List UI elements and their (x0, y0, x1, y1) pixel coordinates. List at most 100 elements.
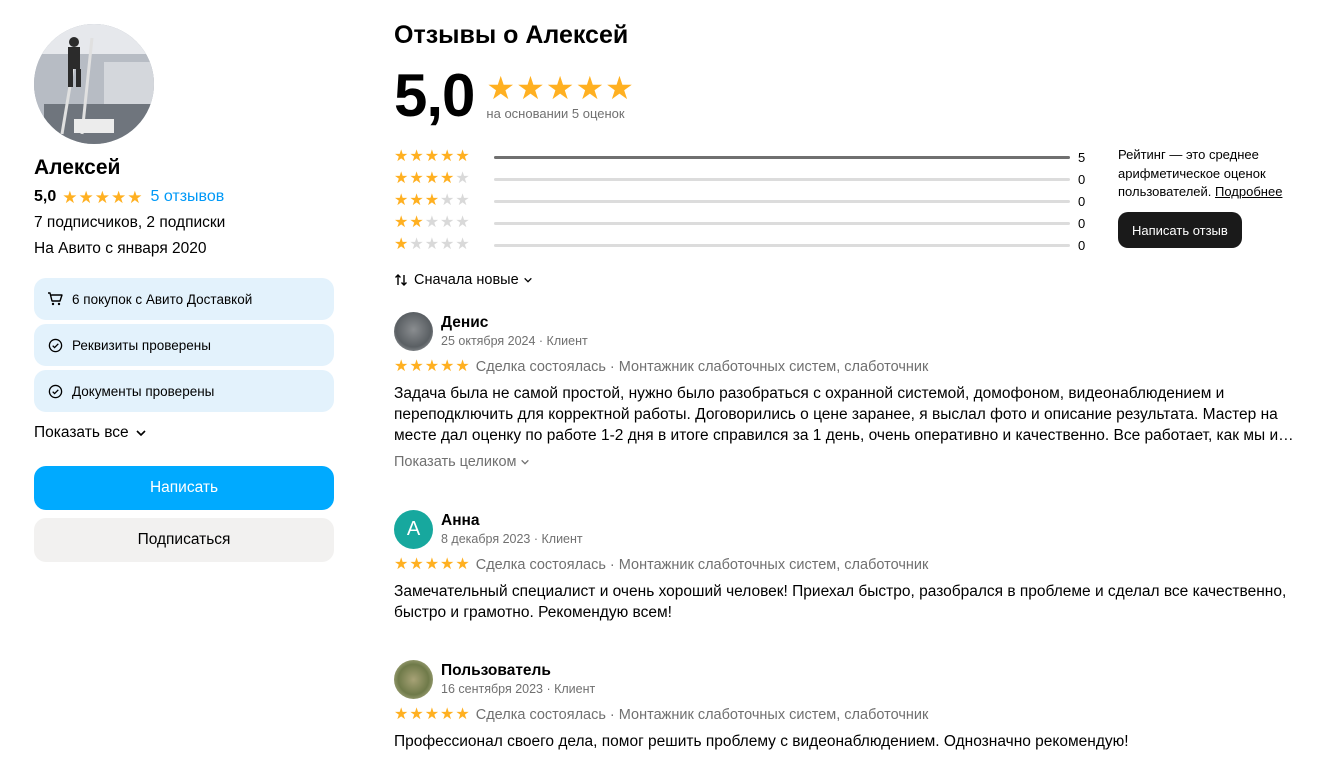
row-stars: ★ ★ ★ ★ ★ (394, 214, 470, 231)
review-deal: Сделка состоялась · Монтажник слаботочны… (475, 557, 929, 573)
review-meta: 25 октября 2024 · Клиент (441, 334, 588, 348)
more-info-link[interactable]: Подробнее (1215, 184, 1282, 199)
star-icon: ★ (516, 69, 545, 106)
chevron-down-icon (523, 277, 532, 283)
star-icon: ★ (605, 69, 634, 106)
reviewer-name: Денис (441, 314, 489, 331)
average-stars: ★ ★ ★ ★ ★ (486, 72, 633, 104)
review-meta: 16 сентября 2023 · Клиент (441, 682, 596, 696)
reviewer-avatar[interactable]: А (394, 510, 433, 549)
review-meta: 8 декабря 2023 · Клиент (441, 532, 583, 546)
badge-label: Реквизиты проверены (72, 337, 211, 353)
badge-label: 6 покупок с Авито Доставкой (72, 291, 253, 307)
reviewer-name: Анна (441, 512, 480, 529)
star-icon: ★ (127, 187, 143, 207)
write-review-button[interactable]: Написать отзыв (1118, 212, 1242, 248)
show-all-label: Показать все (34, 424, 129, 441)
distribution-count: 5 (1078, 149, 1086, 165)
seller-rating: 5,0 ★ ★ ★ ★ ★ 5 отзывов (34, 186, 334, 208)
distribution-count: 0 (1078, 237, 1086, 253)
star-icon: ★ (78, 187, 94, 207)
reviewer-info: Денис 25 октября 2024 · Клиент (441, 313, 588, 350)
sort-label: Сначала новые (414, 272, 519, 288)
distribution-bar-fill (494, 155, 1070, 159)
distribution-row-1: ★ ★ ★ ★ ★ 0 (394, 234, 1094, 256)
distribution-count: 0 (1078, 171, 1086, 187)
reviewer-avatar[interactable] (394, 312, 433, 351)
write-message-button[interactable]: Написать (34, 466, 334, 510)
followers-info: 7 подписчиков, 2 подписки (34, 214, 226, 231)
seller-rating-stars: ★ ★ ★ ★ ★ (62, 189, 142, 206)
reviews-section: Отзывы о Алексей 5,0 ★ ★ ★ ★ ★ на основании … (394, 18, 1304, 750)
reviewer-avatar[interactable] (394, 660, 433, 699)
review-header: Денис 25 октября 2024 · Клиент (394, 312, 1294, 351)
sort-icon (395, 274, 407, 286)
star-icon: ★ (575, 69, 605, 106)
review-rating-line: ★ ★ ★ ★ ★ Сделка состоялась · Монтажник слаб… (394, 358, 1294, 376)
star-icon: ★ (486, 69, 516, 106)
review-deal: Сделка состоялась · Монтажник слаботочны… (475, 359, 929, 375)
distribution-row-5: ★ ★ ★ ★ ★ 5 (394, 146, 1094, 168)
badge-documents: Документы проверены (34, 370, 334, 412)
chevron-down-icon (136, 430, 146, 437)
rating-summary: 5,0 ★ ★ ★ ★ ★ на основании 5 оценок (394, 64, 1304, 128)
distribution-row-4: ★ ★ ★ ★ ★ 0 (394, 168, 1094, 190)
star-icon: ★ (62, 187, 78, 207)
review-item: Пользователь 16 сентября 2023 · Клиент ★… (394, 660, 1294, 752)
review-header: Пользователь 16 сентября 2023 · Клиент (394, 660, 1294, 699)
average-rating: 5,0 (394, 62, 475, 129)
review-item: А Анна 8 декабря 2023 · Клиент ★ ★ ★ ★ ★ Сде… (394, 510, 1294, 623)
review-stars: ★ ★ ★ ★ ★ (394, 706, 470, 723)
badge-delivery: 6 покупок с Авито Доставкой (34, 278, 334, 320)
star-icon: ★ (111, 187, 127, 207)
star-icon: ★ (545, 69, 575, 106)
show-full-label: Показать целиком (394, 454, 517, 470)
badge-requisites: Реквизиты проверены (34, 324, 334, 366)
seller-avatar[interactable] (34, 24, 154, 144)
seller-rating-value: 5,0 (34, 188, 57, 205)
review-text: Замечательный специалист и очень хороший… (394, 583, 1287, 621)
row-stars: ★ ★ ★ ★ ★ (394, 192, 470, 209)
check-circle-icon (46, 336, 64, 354)
summary-details: ★ ★ ★ ★ ★ на основании 5 оценок (486, 72, 633, 121)
reviewer-name: Пользователь (441, 662, 551, 679)
review-deal: Сделка состоялась · Монтажник слаботочны… (475, 707, 929, 723)
star-icon: ★ (94, 187, 110, 207)
distribution-bar (494, 221, 1070, 225)
reviews-count-link[interactable]: 5 отзывов (151, 186, 225, 208)
show-full-button[interactable]: Показать целиком (394, 454, 1294, 470)
distribution-count: 0 (1078, 193, 1086, 209)
seller-sidebar: Алексей 5,0 ★ ★ ★ ★ ★ 5 отзывов 7 подписчико… (34, 24, 334, 562)
review-stars: ★ ★ ★ ★ ★ (394, 358, 470, 375)
subscribe-button[interactable]: Подписаться (34, 518, 334, 562)
reviewer-info: Анна 8 декабря 2023 · Клиент (441, 511, 583, 548)
sort-dropdown[interactable]: Сначала новые (394, 272, 533, 288)
review-item: Денис 25 октября 2024 · Клиент ★ ★ ★ ★ ★ Сде… (394, 312, 1294, 470)
distribution-bar (494, 155, 1070, 159)
cart-icon (46, 290, 64, 308)
rating-note: Рейтинг — это среднее арифметическое оце… (1118, 146, 1303, 202)
rating-basis: на основании 5 оценок (486, 105, 625, 121)
page-title: Отзывы о Алексей (394, 21, 629, 49)
distribution-bar (494, 177, 1070, 181)
distribution-bar (494, 199, 1070, 203)
show-all-button[interactable]: Показать все (34, 424, 334, 442)
review-stars: ★ ★ ★ ★ ★ (394, 556, 470, 573)
review-text: Задача была не самой простой, нужно было… (394, 385, 1294, 444)
avatar-photo (34, 24, 154, 144)
distribution-row-2: ★ ★ ★ ★ ★ 0 (394, 212, 1094, 234)
row-stars: ★ ★ ★ ★ ★ (394, 236, 470, 253)
distribution-row-3: ★ ★ ★ ★ ★ 0 (394, 190, 1094, 212)
check-circle-icon (46, 382, 64, 400)
distribution-count: 0 (1078, 215, 1086, 231)
badge-label: Документы проверены (72, 383, 215, 399)
review-header: А Анна 8 декабря 2023 · Клиент (394, 510, 1294, 549)
row-stars: ★ ★ ★ ★ ★ (394, 170, 470, 187)
review-text: Профессионал своего дела, помог решить п… (394, 733, 1129, 750)
distribution-bar (494, 243, 1070, 247)
row-stars: ★ ★ ★ ★ ★ (394, 148, 470, 165)
chevron-down-icon (520, 459, 529, 465)
member-since: На Авито с января 2020 (34, 240, 207, 257)
seller-name: Алексей (34, 156, 121, 179)
review-rating-line: ★ ★ ★ ★ ★ Сделка состоялась · Монтажник слаб… (394, 556, 1294, 574)
